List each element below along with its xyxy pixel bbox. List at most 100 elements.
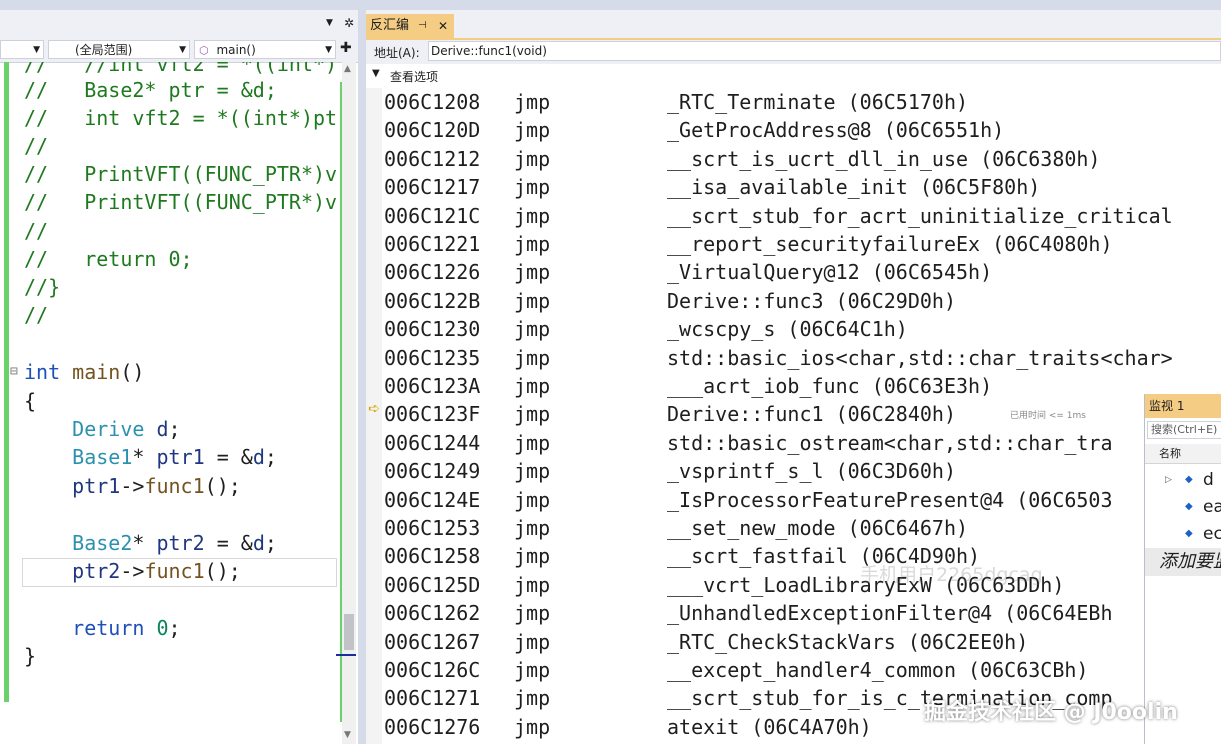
address-input[interactable]: Derive::func1(void) (428, 41, 1221, 61)
watch-add-item[interactable]: 添加要监视的项 (1145, 548, 1221, 576)
disasm-address: 006C1258 (384, 544, 481, 569)
disasm-row[interactable]: 006C1262 jmp _UnhandledExceptionFilter@4 (… (384, 599, 1221, 627)
scope-dropdown[interactable]: (全局范围) ▼ (48, 40, 190, 59)
code-line[interactable]: // (24, 301, 48, 329)
disasm-address: 006C1262 (384, 601, 481, 626)
code-line[interactable]: { (24, 387, 36, 415)
disasm-address: 006C122B (384, 288, 481, 313)
code-token: d (156, 417, 169, 441)
disasm-operand: _wcscpy_s (06C64C1h) (667, 317, 908, 342)
scroll-down-icon[interactable]: ▼ (344, 730, 351, 740)
pin-icon[interactable]: ⊣ (418, 14, 427, 38)
watch-row[interactable]: ◆ ecx (1145, 520, 1221, 548)
disasm-operand: _RTC_CheckStackVars (06C2EE0h) (667, 629, 1029, 654)
change-marker-bar (4, 62, 9, 702)
disasm-address: 006C1244 (384, 430, 481, 455)
split-icon[interactable]: ✚ (340, 40, 352, 56)
code-line[interactable]: } (24, 642, 36, 670)
disasm-operand: _VirtualQuery@12 (06C6545h) (667, 260, 993, 285)
close-icon[interactable]: ✕ (438, 14, 448, 38)
code-line[interactable]: // int vft2 = *((int*)pt (24, 104, 337, 132)
disasm-row[interactable]: 006C124E jmp _IsProcessorFeaturePresent@4 … (384, 486, 1221, 514)
disasm-row[interactable]: 006C126C jmp __except_handler4_common (06C… (384, 656, 1221, 684)
editor-scrollbar[interactable]: ▲ ▼ (342, 62, 356, 744)
watermark-faint: 手机用户2265dgcag (860, 564, 1043, 586)
scrollbar-thumb[interactable] (344, 614, 354, 650)
watch-row[interactable]: ▷ ◆ d (1145, 466, 1221, 494)
disasm-row[interactable]: 006C123F jmp Derive::func1 (06C2840h) (384, 400, 1221, 428)
scroll-up-icon[interactable]: ▲ (344, 64, 351, 74)
expand-icon[interactable]: ▷ (1165, 466, 1172, 494)
disasm-operand: __set_new_mode (06C6467h) (667, 516, 969, 540)
disasm-row[interactable]: 006C1208 jmp _RTC_Terminate (06C5170h) (384, 88, 1221, 116)
code-line[interactable]: Base2* ptr2 = &d; (24, 529, 277, 557)
disasm-row[interactable]: 006C1253 jmp __set_new_mode (06C6467h) (384, 514, 1221, 542)
scope-label: (全局范围) (75, 43, 133, 57)
variable-icon: ◆ (1185, 474, 1193, 485)
disasm-row[interactable]: 006C1221 jmp __report_securityfailureEx (0… (384, 230, 1221, 258)
pane-splitter[interactable] (358, 10, 366, 744)
disasm-operand: _UnhandledExceptionFilter@4 (06C64EBh (667, 601, 1113, 626)
disasm-row[interactable]: 006C1235 jmp std::basic_ios<char,std::char… (384, 344, 1221, 372)
disasm-row[interactable]: 006C1258 jmp __scrt_fastfail (06C4D90h) (384, 542, 1221, 570)
disasm-opcode: jmp (514, 572, 551, 597)
disasm-row[interactable]: 006C122B jmp Derive::func3 (06C29D0h) (384, 287, 1221, 315)
disasm-row[interactable]: 006C1217 jmp __isa_available_init (06C5F80… (384, 173, 1221, 201)
gear-icon[interactable]: ✲ (344, 16, 354, 30)
tab-disassembly[interactable]: 反汇编 ⊣ ✕ (366, 14, 454, 38)
disasm-row[interactable]: 006C121C jmp __scrt_stub_for_acrt_uninitia… (384, 202, 1221, 230)
code-line[interactable]: //} (24, 273, 60, 301)
disasm-row[interactable]: 006C125D jmp ___vcrt_LoadLibraryExW (06C63… (384, 571, 1221, 599)
code-token: // (24, 303, 49, 327)
code-area[interactable]: ⊟ // //int vft2 = *((int*) // Base2* ptr … (0, 62, 342, 744)
fold-icon[interactable]: ⊟ (10, 364, 18, 379)
disasm-opcode: jmp (514, 288, 551, 313)
code-line[interactable]: // (24, 217, 48, 245)
watch-item-name: ecx (1203, 524, 1221, 544)
project-dropdown[interactable]: ▼ (0, 40, 44, 59)
code-token: () (120, 360, 145, 384)
watch-search-input[interactable]: 搜索(Ctrl+E) (1147, 421, 1221, 439)
disasm-row[interactable]: 006C1212 jmp __scrt_is_ucrt_dll_in_use (06… (384, 145, 1221, 173)
disasm-row[interactable]: 006C1244 jmp std::basic_ostream<char,std::… (384, 429, 1221, 457)
code-line[interactable]: ptr1->func1(); (24, 472, 241, 500)
code-line[interactable]: // return 0; (24, 245, 193, 273)
code-line[interactable]: ptr2->func1(); (24, 557, 241, 585)
function-icon: ⬡ (199, 44, 209, 57)
code-token: Base2 (72, 531, 133, 555)
function-dropdown[interactable]: ⬡ main() ▼ (194, 40, 336, 59)
disasm-operand: _RTC_Terminate (06C5170h) (667, 90, 969, 114)
disasm-row[interactable]: 006C1230 jmp _wcscpy_s (06C64C1h) (384, 315, 1221, 343)
watch-column-name[interactable]: 名称 (1145, 444, 1221, 464)
watch-title[interactable]: 监视 1 (1145, 394, 1221, 418)
disasm-opcode: jmp (514, 374, 551, 398)
code-line[interactable]: return 0; (24, 614, 180, 642)
disasm-address: 006C1267 (384, 629, 481, 654)
watch-row[interactable]: ◆ eax (1145, 493, 1221, 521)
disasm-row[interactable]: 006C120D jmp _GetProcAddress@8 (06C6551h) (384, 116, 1221, 144)
disasm-opcode: jmp (514, 90, 551, 114)
disasm-address: 006C1208 (384, 90, 481, 114)
variable-icon: ◆ (1185, 528, 1193, 539)
code-line[interactable]: // Base2* ptr = &d; (24, 76, 277, 104)
tab-strip: 反汇编 ⊣ ✕ (366, 10, 1221, 40)
disasm-row[interactable]: 006C1249 jmp _vsprintf_s_l (06C3D60h) (384, 457, 1221, 485)
code-token: } (24, 644, 37, 668)
code-line[interactable]: // (24, 132, 48, 160)
code-line[interactable]: Derive d; (24, 415, 180, 443)
disassembly-listing[interactable]: ➪ 已用时间 <= 1ms 006C1208 jmp _RTC_Terminate … (366, 88, 1221, 744)
dropdown-arrow-icon[interactable]: ▼ (326, 18, 333, 28)
code-line[interactable]: Base1* ptr1 = &d; (24, 443, 277, 471)
disasm-row[interactable]: 006C123A jmp ___acrt_iob_func (06C63E3h) (384, 372, 1221, 400)
disasm-row[interactable]: 006C1267 jmp _RTC_CheckStackVars (06C2EE0h… (384, 628, 1221, 656)
code-line[interactable]: // PrintVFT((FUNC_PTR*)v (24, 188, 337, 216)
code-line[interactable]: // PrintVFT((FUNC_PTR*)v (24, 160, 337, 188)
disasm-row[interactable]: 006C1226 jmp _VirtualQuery@12 (06C6545h) (384, 258, 1221, 286)
code-line[interactable]: int main() (24, 358, 144, 386)
code-token: ; (264, 531, 277, 555)
view-options[interactable]: ▼ 查看选项 (366, 66, 1221, 86)
